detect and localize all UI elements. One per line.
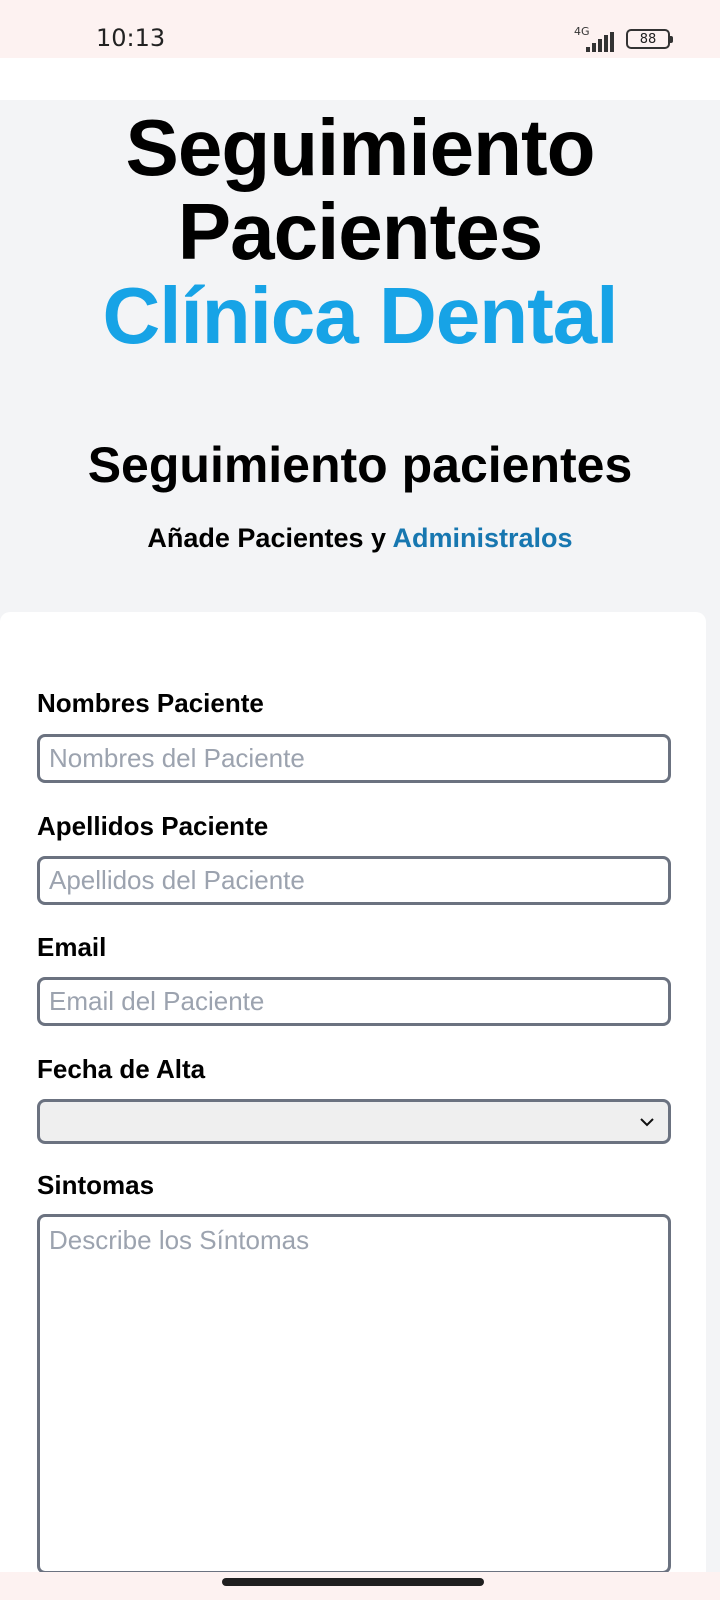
title-line-1: Seguimiento xyxy=(125,103,595,192)
status-time: 10:13 xyxy=(96,24,166,52)
sintomas-label: Sintomas xyxy=(37,1170,155,1200)
apellidos-label: Apellidos Paciente xyxy=(37,811,269,841)
sintomas-textarea[interactable] xyxy=(37,1214,671,1574)
nombres-input[interactable] xyxy=(37,734,671,783)
battery-icon: 88 xyxy=(626,29,673,49)
section-tagline: Añade Pacientes y Administralos xyxy=(0,523,720,554)
page-title: Seguimiento Pacientes Clínica Dental xyxy=(0,106,720,358)
chevron-down-icon xyxy=(640,1118,654,1127)
fecha-alta-select[interactable] xyxy=(37,1099,671,1144)
tagline-accent: Administralos xyxy=(392,523,573,553)
navigation-bar xyxy=(0,1572,720,1600)
fecha-alta-label: Fecha de Alta xyxy=(37,1054,206,1084)
title-accent: Clínica Dental xyxy=(102,271,618,360)
nombres-label: Nombres Paciente xyxy=(37,688,264,718)
top-strip xyxy=(0,58,720,100)
status-icons: 4G 88 xyxy=(574,24,673,54)
apellidos-input[interactable] xyxy=(37,856,671,905)
email-input[interactable] xyxy=(37,977,671,1026)
tagline-prefix: Añade Pacientes y xyxy=(147,523,387,553)
status-bar: 10:13 4G 88 xyxy=(0,0,720,58)
home-indicator[interactable] xyxy=(222,1578,484,1586)
signal-icon: 4G xyxy=(574,25,618,52)
battery-level: 88 xyxy=(639,31,657,47)
title-line-2: Pacientes xyxy=(177,187,544,276)
section-subtitle: Seguimiento pacientes xyxy=(87,437,633,493)
email-label: Email xyxy=(37,932,107,962)
signal-bars xyxy=(586,32,614,52)
patient-form: Nombres Paciente Apellidos Paciente Emai… xyxy=(0,612,706,1574)
